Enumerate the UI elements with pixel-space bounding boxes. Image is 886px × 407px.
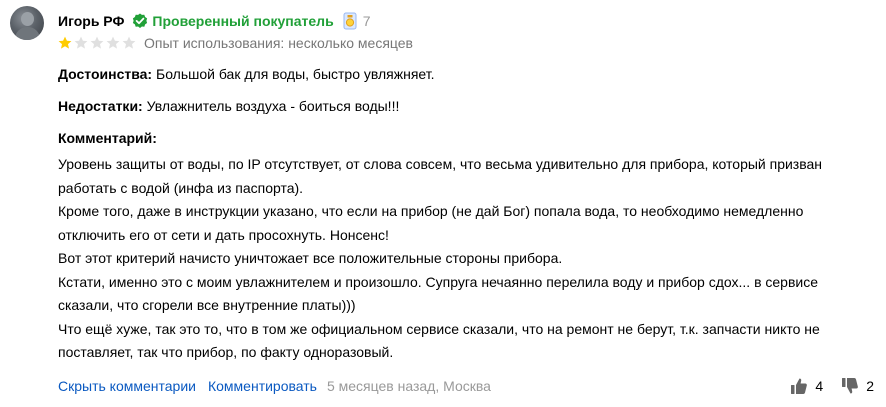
comment-line: Кстати, именно это с моим увлажнителем и… — [58, 273, 819, 290]
dislikes-count: 2 — [866, 378, 874, 394]
comment-line: отключить его от сети и дать просохнуть.… — [58, 226, 389, 243]
author-name[interactable]: Игорь РФ — [58, 13, 124, 29]
comment-line: Кроме того, даже в инструкции указано, ч… — [58, 203, 804, 219]
review-date-location: 5 месяцев назад, Москва — [326, 378, 491, 394]
comment-line: Вот этот критерий начисто уничтожает все… — [58, 250, 563, 266]
star-icon — [90, 36, 104, 50]
thumbs-down-icon[interactable] — [841, 377, 859, 395]
comment-link[interactable]: Комментировать — [208, 378, 317, 394]
cons-label: Недостатки: — [58, 98, 143, 114]
comment-label: Комментарий: — [58, 130, 157, 146]
star-rating — [58, 36, 136, 50]
usage-experience: Опыт использования: несколько месяцев — [144, 35, 413, 51]
star-icon — [122, 36, 136, 50]
comment-line: Что ещё хуже, так это то, что в том же о… — [58, 320, 820, 337]
review-count: 7 — [362, 13, 371, 29]
avatar-head — [21, 12, 34, 26]
star-icon — [74, 36, 88, 50]
comment-text: Уровень защиты от воды, по IP отсутствуе… — [58, 153, 858, 365]
comment-line: работать с водой (инфа из паспорта). — [58, 179, 304, 196]
star-icon — [58, 36, 72, 50]
pros-section: Достоинства: Большой бак для воды, быстр… — [58, 65, 435, 83]
rating-line: Опыт использования: несколько месяцев — [58, 34, 413, 52]
cons-section: Недостатки: Увлажнитель воздуха - боитьс… — [58, 97, 399, 115]
avatar[interactable] — [10, 6, 44, 40]
hide-comments-link[interactable]: Скрыть комментарии — [58, 378, 196, 394]
comment-line: Уровень защиты от воды, по IP отсутствуе… — [58, 156, 823, 172]
review-footer: Скрыть комментарии Комментировать 5 меся… — [58, 376, 491, 396]
pros-text: Большой бак для воды, быстро увляжняет. — [156, 66, 435, 82]
author-line: Игорь РФ Проверенный покупатель 7 — [58, 11, 370, 31]
comment-line: сказали, что сгорели все внутренние плат… — [58, 297, 356, 313]
likes-count: 4 — [815, 378, 824, 394]
avatar-body — [15, 27, 40, 40]
vote-controls: 4 2 — [790, 375, 874, 397]
medal-icon[interactable] — [342, 12, 358, 30]
verified-check-icon — [132, 13, 148, 29]
star-icon — [106, 36, 120, 50]
cons-text: Увлажнитель воздуха - боиться воды!!! — [146, 98, 400, 114]
pros-label: Достоинства: — [58, 66, 153, 82]
thumbs-up-icon[interactable] — [790, 377, 808, 395]
verified-buyer-label: Проверенный покупатель — [152, 13, 334, 29]
comment-line: поставляет, так что прибор, по факту одн… — [58, 344, 394, 360]
